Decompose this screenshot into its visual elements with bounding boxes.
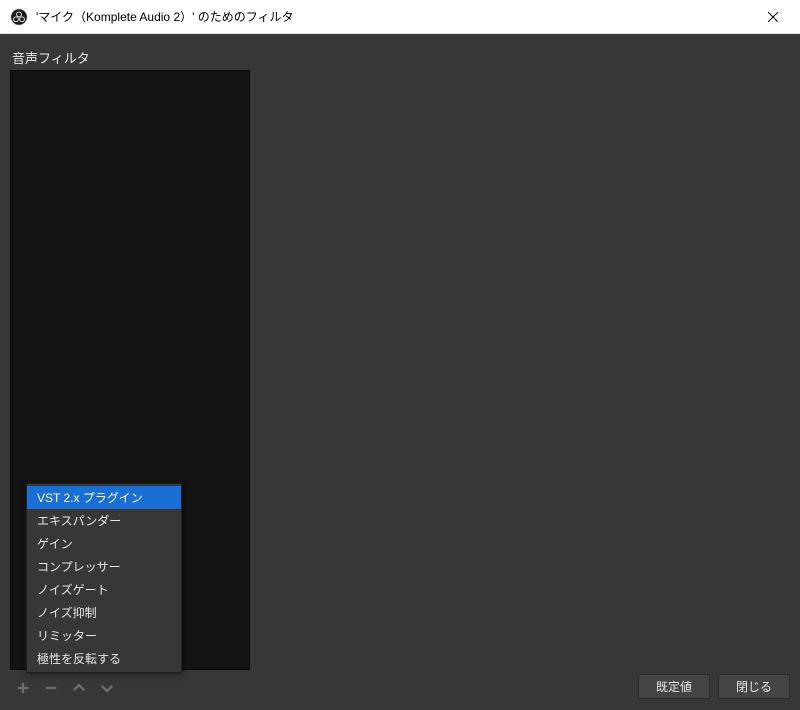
filter-toolbar	[10, 674, 120, 702]
close-button[interactable]: 閉じる	[718, 674, 790, 699]
filter-menu-item[interactable]: ノイズ抑制	[27, 601, 181, 624]
add-filter-button[interactable]	[10, 677, 36, 699]
filters-dialog: 'マイク（Komplete Audio 2）' のためのフィルタ 音声フィルタ	[0, 0, 800, 710]
bottom-buttons: 既定値 閉じる	[638, 674, 790, 699]
close-icon	[768, 12, 778, 22]
plus-icon	[14, 679, 32, 697]
add-filter-context-menu: VST 2.x プラグインエキスパンダーゲインコンプレッサーノイズゲートノイズ抑…	[26, 483, 182, 673]
defaults-button[interactable]: 既定値	[638, 674, 710, 699]
filter-menu-item[interactable]: ゲイン	[27, 532, 181, 555]
filter-menu-item[interactable]: VST 2.x プラグイン	[27, 486, 181, 509]
filter-menu-item[interactable]: エキスパンダー	[27, 509, 181, 532]
window-close-button[interactable]	[750, 1, 796, 33]
chevron-up-icon	[70, 679, 88, 697]
minus-icon	[42, 679, 60, 697]
titlebar: 'マイク（Komplete Audio 2）' のためのフィルタ	[0, 0, 800, 34]
filter-menu-item[interactable]: ノイズゲート	[27, 578, 181, 601]
remove-filter-button[interactable]	[38, 677, 64, 699]
filter-properties-panel	[256, 70, 790, 670]
move-filter-down-button[interactable]	[94, 677, 120, 699]
filter-menu-item[interactable]: リミッター	[27, 624, 181, 647]
chevron-down-icon	[98, 679, 116, 697]
footer-row: 既定値 閉じる	[10, 670, 790, 702]
window-title: 'マイク（Komplete Audio 2）' のためのフィルタ	[36, 8, 294, 25]
obs-app-icon	[10, 8, 28, 26]
dialog-body: 音声フィルタ	[0, 34, 800, 710]
audio-filters-label: 音声フィルタ	[12, 48, 790, 67]
filter-menu-item[interactable]: 極性を反転する	[27, 647, 181, 670]
move-filter-up-button[interactable]	[66, 677, 92, 699]
filter-menu-item[interactable]: コンプレッサー	[27, 555, 181, 578]
